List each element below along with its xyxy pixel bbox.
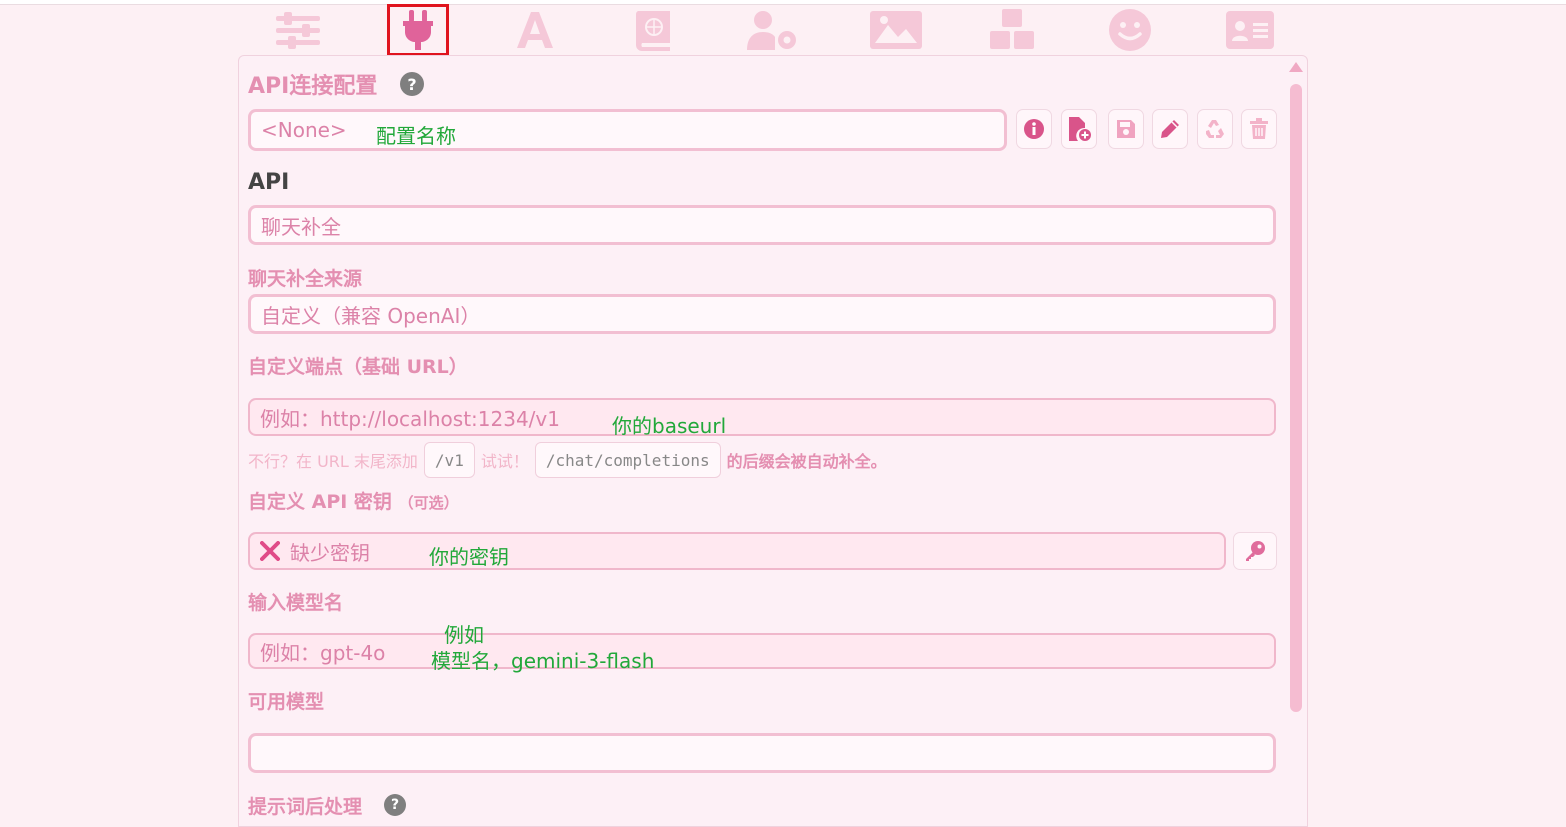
recycle-icon	[1206, 120, 1224, 138]
available-models-select[interactable]	[248, 733, 1276, 773]
sliders-icon	[276, 12, 320, 49]
profile-reload-button[interactable]	[1197, 109, 1233, 149]
panel-title: API连接配置	[248, 74, 378, 99]
profile-annotation: 配置名称	[376, 124, 456, 148]
tab-character-card[interactable]	[1220, 5, 1280, 55]
tab-world-info[interactable]	[624, 5, 684, 55]
hint-mid: 试试！	[480, 452, 529, 471]
api-key-button[interactable]	[1233, 532, 1277, 570]
plug-icon	[403, 10, 433, 50]
hint-prefix: 不行？在 URL 末尾添加	[248, 452, 418, 471]
endpoint-hint: 不行？在 URL 末尾添加 /v1 试试！ /chat/completions …	[248, 442, 887, 478]
model-annotation-line2: 模型名，gemini-3-flash	[431, 649, 655, 673]
tab-persona[interactable]	[1100, 5, 1160, 55]
postprocess-label: 提示词后处理	[248, 796, 363, 818]
api-key-optional: （可选）	[398, 494, 459, 512]
user-gear-icon	[747, 11, 796, 50]
profile-delete-button[interactable]	[1241, 109, 1277, 149]
new-file-icon	[1069, 117, 1091, 141]
connection-profile-select[interactable]: <None>	[248, 109, 1007, 151]
api-type-select[interactable]: 聊天补全	[248, 205, 1276, 245]
api-key-field[interactable]: 缺少密钥	[248, 532, 1226, 570]
api-type-value: 聊天补全	[261, 214, 341, 239]
api-key-status: 缺少密钥	[290, 540, 370, 565]
tab-extensions[interactable]	[982, 5, 1042, 55]
hint-suffix: 的后缀会被自动补全。	[726, 452, 887, 471]
model-label: 输入模型名	[248, 592, 344, 614]
cross-icon	[260, 541, 280, 561]
model-annotation-line1: 例如	[444, 623, 484, 647]
pencil-icon	[1161, 120, 1179, 138]
profile-new-button[interactable]	[1061, 109, 1097, 149]
api-key-annotation: 你的密钥	[429, 545, 509, 569]
tab-user-settings[interactable]	[743, 5, 803, 55]
endpoint-annotation: 你的baseurl	[612, 414, 727, 438]
connection-profile-value: <None>	[261, 118, 347, 142]
profile-save-button[interactable]	[1108, 109, 1144, 149]
profile-rename-button[interactable]	[1152, 109, 1188, 149]
endpoint-url-placeholder: 例如：http://localhost:1234/v1	[260, 406, 560, 431]
cubes-icon	[990, 9, 1034, 49]
api-key-label: 自定义 API 密钥 （可选）	[248, 487, 459, 514]
tab-sliders[interactable]	[268, 5, 328, 55]
info-icon	[1024, 119, 1044, 139]
profile-info-button[interactable]	[1016, 109, 1052, 149]
key-icon	[1246, 541, 1265, 561]
model-name-input[interactable]: 例如：gpt-4o	[248, 633, 1276, 669]
endpoint-label: 自定义端点（基础 URL）	[248, 356, 468, 378]
api-heading: API	[248, 170, 290, 195]
available-models-label: 可用模型	[248, 691, 325, 713]
chat-source-label: 聊天补全来源	[248, 268, 363, 290]
scroll-up-arrow-icon[interactable]	[1289, 62, 1303, 72]
landscape-image-icon	[870, 11, 922, 49]
tab-font[interactable]	[505, 5, 565, 55]
hint-code-chat-completions: /chat/completions	[534, 442, 721, 478]
api-key-label-text: 自定义 API 密钥	[248, 491, 392, 513]
chat-source-select[interactable]: 自定义（兼容 OpenAI）	[248, 294, 1276, 334]
trash-icon	[1250, 118, 1268, 139]
world-book-icon	[635, 11, 670, 51]
top-tab-bar	[238, 4, 1308, 56]
chat-source-value: 自定义（兼容 OpenAI）	[261, 303, 481, 328]
hint-code-v1: /v1	[423, 442, 475, 478]
smile-icon	[1109, 9, 1151, 51]
scroll-thumb[interactable]	[1290, 84, 1302, 712]
panel-help-icon[interactable]: ?	[400, 72, 424, 96]
save-icon	[1117, 120, 1135, 138]
api-connections-panel: API连接配置 ? <None> 配置名称 API 聊天补全 聊天补全来源 自定…	[238, 55, 1308, 827]
font-a-icon	[517, 12, 553, 48]
postprocess-help-icon[interactable]: ?	[384, 794, 406, 816]
endpoint-url-input[interactable]: 例如：http://localhost:1234/v1	[248, 398, 1276, 436]
tab-api-connections[interactable]	[387, 4, 449, 56]
tab-backgrounds[interactable]	[866, 5, 926, 55]
panel-scrollbar[interactable]	[1287, 56, 1305, 826]
id-card-icon	[1226, 11, 1274, 49]
model-name-placeholder: 例如：gpt-4o	[260, 640, 386, 665]
